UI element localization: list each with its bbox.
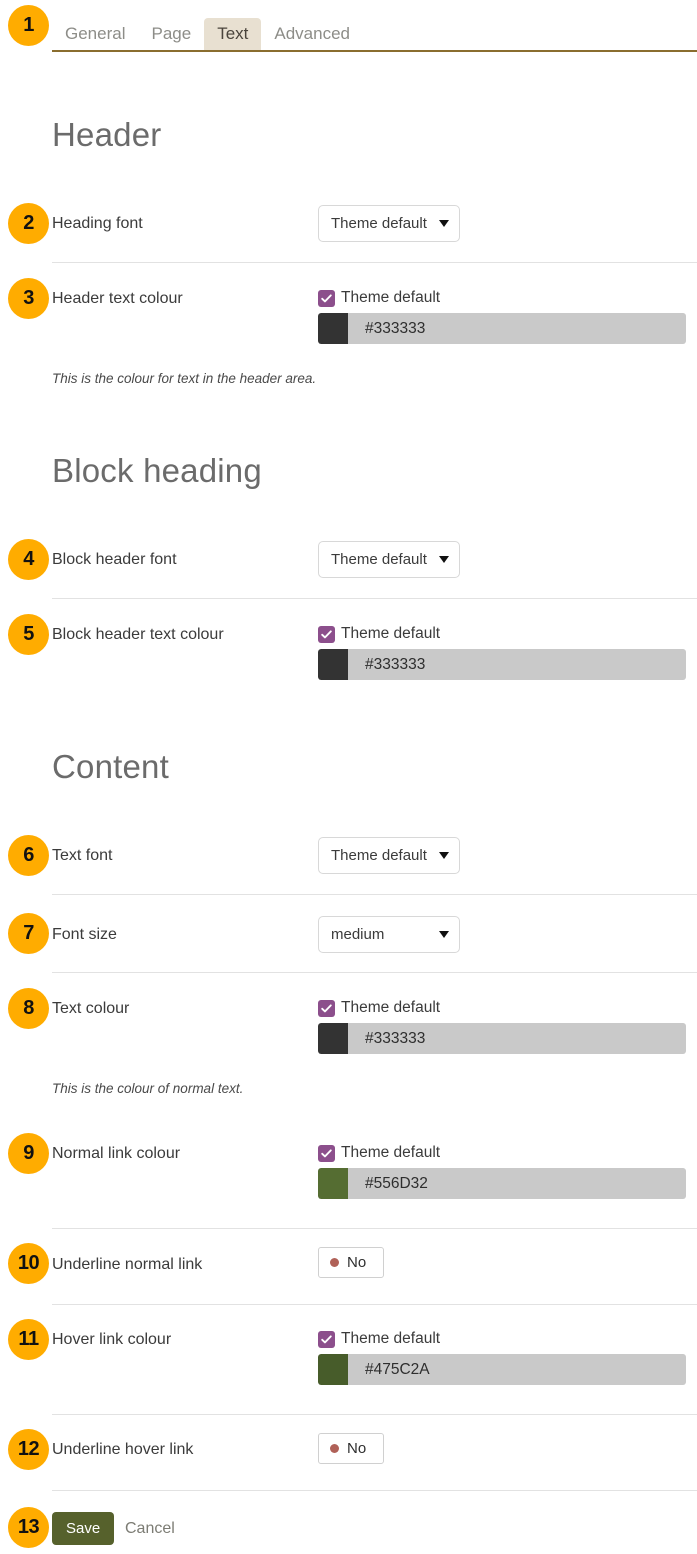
row-divider — [52, 972, 697, 973]
label-underline-normal-link: Underline normal link — [52, 1256, 203, 1273]
colour-input-hover-link[interactable]: #475C2A — [318, 1354, 686, 1385]
checkmark-icon — [318, 625, 335, 643]
chevron-down-icon — [439, 556, 449, 563]
callout-badge-6: 6 — [8, 835, 49, 876]
label-header-text-colour: Header text colour — [52, 290, 183, 307]
colour-swatch-block-header-text[interactable] — [318, 649, 348, 680]
colour-hex-value-normal-link[interactable]: #556D32 — [348, 1168, 686, 1199]
tab-text[interactable]: Text — [204, 18, 262, 50]
colour-hex-value-text[interactable]: #333333 — [348, 1023, 686, 1054]
status-dot-icon — [330, 1444, 339, 1453]
toggle-value: No — [347, 1440, 367, 1457]
label-underline-hover-link: Underline hover link — [52, 1441, 194, 1458]
toggle-underline-normal-link[interactable]: No — [318, 1247, 384, 1278]
colour-swatch-text[interactable] — [318, 1023, 348, 1054]
checkbox-header-text-colour-theme-default[interactable]: Theme default — [318, 289, 440, 307]
checkbox-label: Theme default — [341, 289, 441, 306]
callout-badge-1: 1 — [8, 5, 49, 46]
label-normal-link-colour: Normal link colour — [52, 1145, 181, 1162]
colour-swatch-normal-link[interactable] — [318, 1168, 348, 1199]
checkbox-label: Theme default — [341, 999, 441, 1016]
chevron-down-icon — [439, 931, 449, 938]
callout-badge-7: 7 — [8, 913, 49, 954]
callout-badge-8: 8 — [8, 988, 49, 1029]
colour-swatch-hover-link[interactable] — [318, 1354, 348, 1385]
select-text-font-value: Theme default — [331, 847, 427, 864]
colour-input-text[interactable]: #333333 — [318, 1023, 686, 1054]
label-text-font: Text font — [52, 847, 113, 864]
chevron-down-icon — [439, 220, 449, 227]
colour-input-header-text[interactable]: #333333 — [318, 313, 686, 344]
callout-badge-13: 13 — [8, 1507, 49, 1548]
row-divider — [52, 262, 697, 263]
section-heading-content: Content — [52, 748, 169, 785]
select-text-font[interactable]: Theme default — [318, 837, 460, 874]
label-text-colour: Text colour — [52, 1000, 130, 1017]
colour-hex-value-hover-link[interactable]: #475C2A — [348, 1354, 686, 1385]
row-divider — [52, 894, 697, 895]
tab-bar: General Page Text Advanced — [52, 0, 697, 52]
callout-badge-3: 3 — [8, 278, 49, 319]
checkmark-icon — [318, 1144, 335, 1162]
callout-badge-5: 5 — [8, 614, 49, 655]
checkbox-block-header-text-colour-theme-default[interactable]: Theme default — [318, 625, 440, 643]
section-heading-header: Header — [52, 116, 162, 153]
callout-badge-10: 10 — [8, 1243, 49, 1284]
row-divider — [52, 1228, 697, 1229]
label-hover-link-colour: Hover link colour — [52, 1331, 172, 1348]
tab-advanced[interactable]: Advanced — [261, 18, 363, 50]
callout-badge-2: 2 — [8, 203, 49, 244]
checkmark-icon — [318, 1330, 335, 1348]
row-divider — [52, 598, 697, 599]
label-heading-font: Heading font — [52, 215, 143, 232]
save-button[interactable]: Save — [52, 1512, 115, 1545]
checkbox-text-colour-theme-default[interactable]: Theme default — [318, 999, 440, 1017]
colour-input-block-header-text[interactable]: #333333 — [318, 649, 686, 680]
cancel-button[interactable]: Cancel — [125, 1520, 175, 1538]
checkbox-normal-link-colour-theme-default[interactable]: Theme default — [318, 1144, 440, 1162]
select-block-header-font-value: Theme default — [331, 551, 427, 568]
row-divider — [52, 1414, 697, 1415]
colour-input-normal-link[interactable]: #556D32 — [318, 1168, 686, 1199]
row-divider — [52, 1490, 697, 1491]
checkmark-icon — [318, 999, 335, 1017]
help-text-header-text-colour: This is the colour for text in the heade… — [52, 371, 317, 386]
toggle-underline-hover-link[interactable]: No — [318, 1433, 384, 1464]
select-heading-font[interactable]: Theme default — [318, 205, 460, 242]
checkbox-label: Theme default — [341, 625, 441, 642]
label-font-size: Font size — [52, 926, 117, 943]
checkbox-label: Theme default — [341, 1330, 441, 1347]
theme-text-settings-page: General Page Text Advanced 1 Header 2 He… — [0, 0, 697, 1554]
checkmark-icon — [318, 289, 335, 307]
colour-hex-value-header-text[interactable]: #333333 — [348, 313, 686, 344]
label-block-header-font: Block header font — [52, 551, 177, 568]
section-heading-block-heading: Block heading — [52, 452, 262, 489]
callout-badge-9: 9 — [8, 1133, 49, 1174]
checkbox-hover-link-colour-theme-default[interactable]: Theme default — [318, 1330, 440, 1348]
help-text-text-colour: This is the colour of normal text. — [52, 1081, 244, 1096]
row-divider — [52, 1304, 697, 1305]
callout-badge-12: 12 — [8, 1429, 49, 1470]
checkbox-label: Theme default — [341, 1144, 441, 1161]
select-heading-font-value: Theme default — [331, 215, 427, 232]
tab-general[interactable]: General — [52, 18, 138, 50]
select-font-size[interactable]: medium — [318, 916, 460, 953]
select-block-header-font[interactable]: Theme default — [318, 541, 460, 578]
callout-badge-11: 11 — [8, 1319, 49, 1360]
toggle-value: No — [347, 1254, 367, 1271]
status-dot-icon — [330, 1258, 339, 1267]
chevron-down-icon — [439, 852, 449, 859]
select-font-size-value: medium — [331, 926, 385, 943]
colour-hex-value-block-header-text[interactable]: #333333 — [348, 649, 686, 680]
callout-badge-4: 4 — [8, 539, 49, 580]
colour-swatch-header-text[interactable] — [318, 313, 348, 344]
tab-page[interactable]: Page — [138, 18, 204, 50]
label-block-header-text-colour: Block header text colour — [52, 626, 224, 643]
